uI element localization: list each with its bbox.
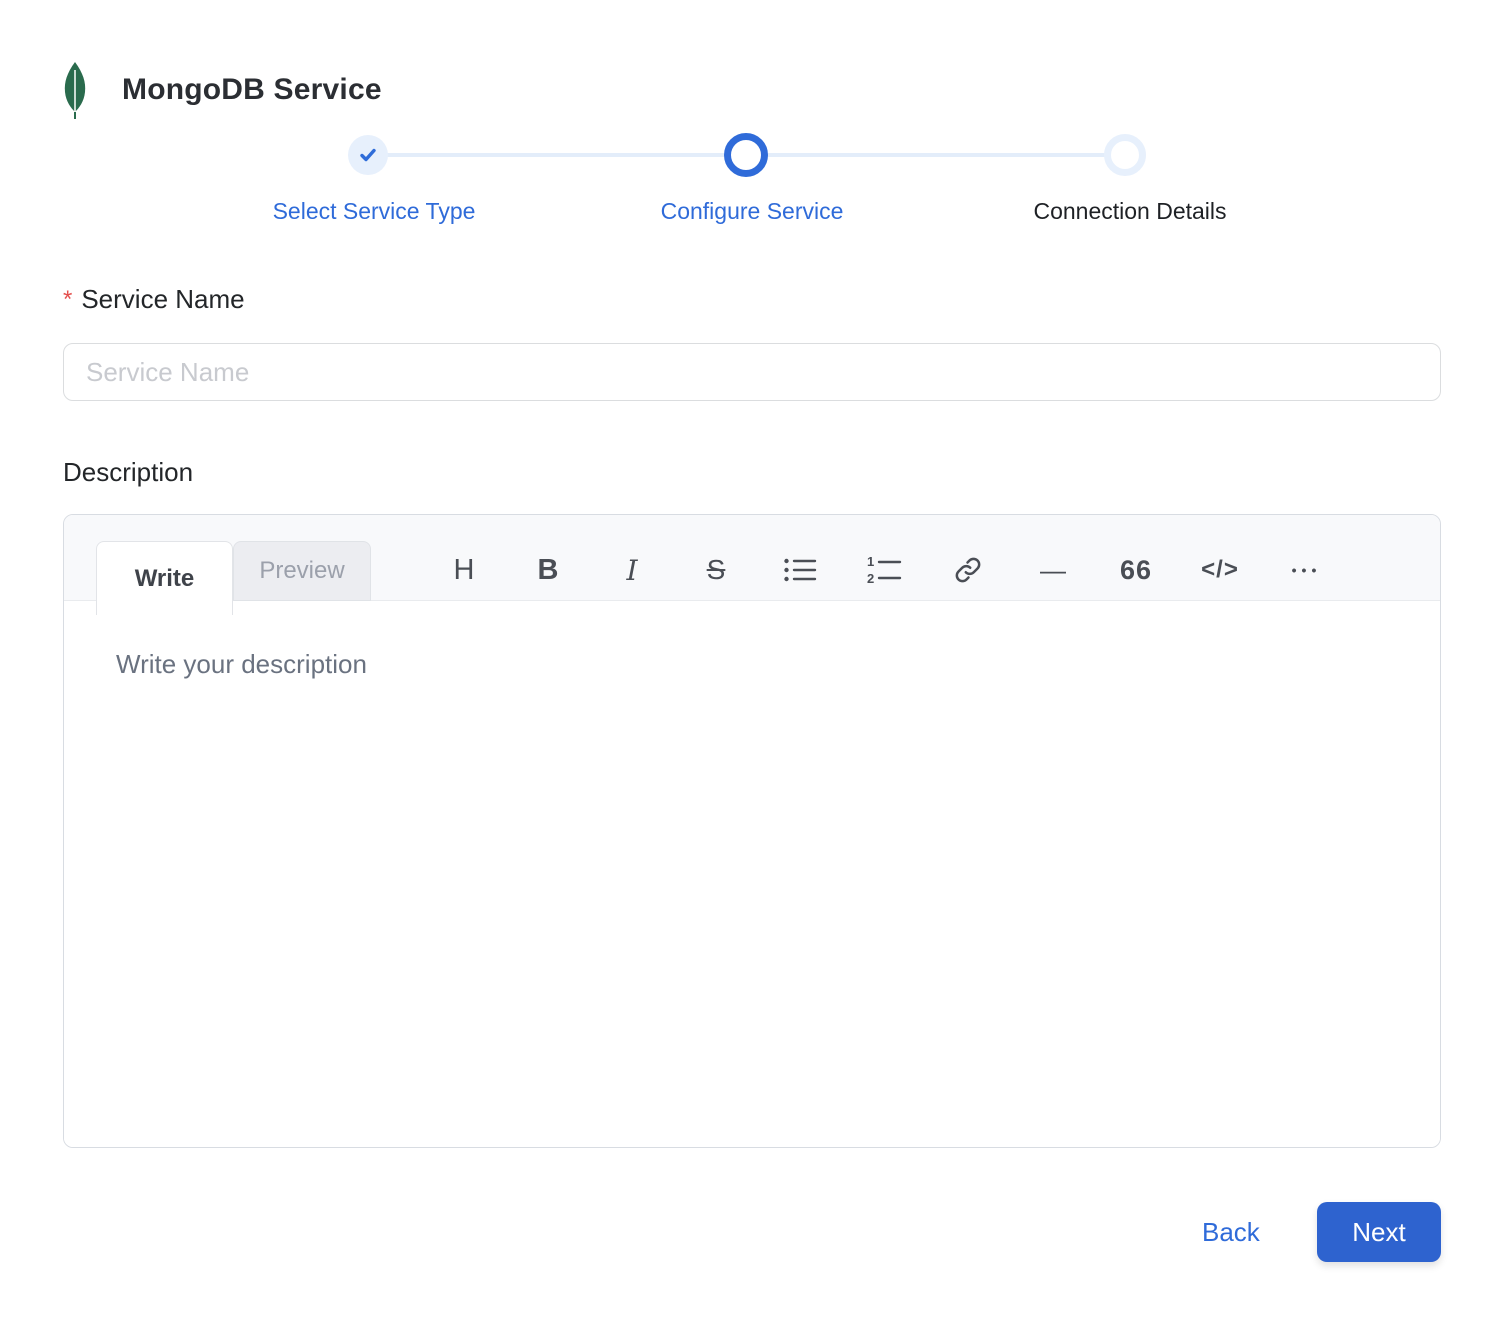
step-label-select-service-type[interactable]: Select Service Type bbox=[273, 198, 476, 225]
tab-preview-label: Preview bbox=[259, 557, 345, 584]
code-icon: </> bbox=[1201, 556, 1239, 583]
tab-write-label: Write bbox=[134, 564, 195, 592]
check-icon bbox=[360, 148, 376, 162]
link-button[interactable] bbox=[926, 539, 1010, 601]
numbered-list-icon: 1 2 bbox=[867, 555, 902, 585]
svg-text:2: 2 bbox=[867, 571, 874, 585]
description-editor: Write Preview H B I S 1 2 — 66 </> ••• W… bbox=[63, 514, 1441, 1148]
step-label-connection-details[interactable]: Connection Details bbox=[1033, 198, 1226, 225]
heading-button[interactable]: H bbox=[422, 539, 506, 601]
strikethrough-button[interactable]: S bbox=[674, 539, 758, 601]
service-name-input[interactable] bbox=[63, 343, 1441, 401]
heading-icon: H bbox=[453, 553, 475, 586]
bullet-list-icon bbox=[784, 558, 817, 582]
bullet-list-button[interactable] bbox=[758, 539, 842, 601]
horizontal-rule-button[interactable]: — bbox=[1010, 539, 1094, 601]
description-label-text: Description bbox=[63, 457, 194, 487]
svg-text:1: 1 bbox=[867, 555, 874, 569]
step-indicator-configure-service[interactable] bbox=[724, 133, 768, 177]
tab-preview[interactable]: Preview bbox=[233, 541, 371, 601]
italic-icon: I bbox=[626, 553, 638, 587]
italic-button[interactable]: I bbox=[590, 539, 674, 601]
wizard-stepper: Select Service Type Configure Service Co… bbox=[0, 0, 1504, 240]
more-options-button[interactable]: ••• bbox=[1262, 539, 1346, 601]
code-button[interactable]: </> bbox=[1178, 539, 1262, 601]
description-editor-area[interactable]: Write your description bbox=[64, 601, 1440, 1147]
step-label-configure-service[interactable]: Configure Service bbox=[661, 198, 844, 225]
back-button[interactable]: Back bbox=[1202, 1217, 1260, 1248]
strikethrough-icon: S bbox=[706, 554, 726, 585]
bold-button[interactable]: B bbox=[506, 539, 590, 601]
step-indicator-select-service-type[interactable] bbox=[348, 135, 388, 175]
step-indicator-connection-details[interactable] bbox=[1104, 134, 1146, 176]
next-button-label: Next bbox=[1352, 1216, 1406, 1247]
required-asterisk: * bbox=[63, 286, 73, 313]
mongodb-service-wizard-page: MongoDB Service Select Service Type Conf… bbox=[0, 0, 1504, 1332]
next-button[interactable]: Next bbox=[1317, 1202, 1441, 1262]
quote-button[interactable]: 66 bbox=[1094, 539, 1178, 601]
service-name-label: * Service Name bbox=[63, 284, 245, 315]
editor-toolbar: H B I S 1 2 — 66 </> ••• bbox=[422, 539, 1346, 601]
service-name-label-text: Service Name bbox=[81, 284, 245, 314]
tab-write[interactable]: Write bbox=[96, 541, 233, 615]
editor-placeholder-text: Write your description bbox=[116, 649, 367, 679]
numbered-list-button[interactable]: 1 2 bbox=[842, 539, 926, 601]
bold-icon: B bbox=[537, 553, 559, 586]
quote-icon: 66 bbox=[1119, 554, 1153, 585]
more-options-icon: ••• bbox=[1291, 562, 1322, 578]
link-icon bbox=[955, 557, 981, 583]
description-label: Description bbox=[63, 457, 193, 488]
horizontal-rule-icon: — bbox=[1040, 554, 1066, 585]
